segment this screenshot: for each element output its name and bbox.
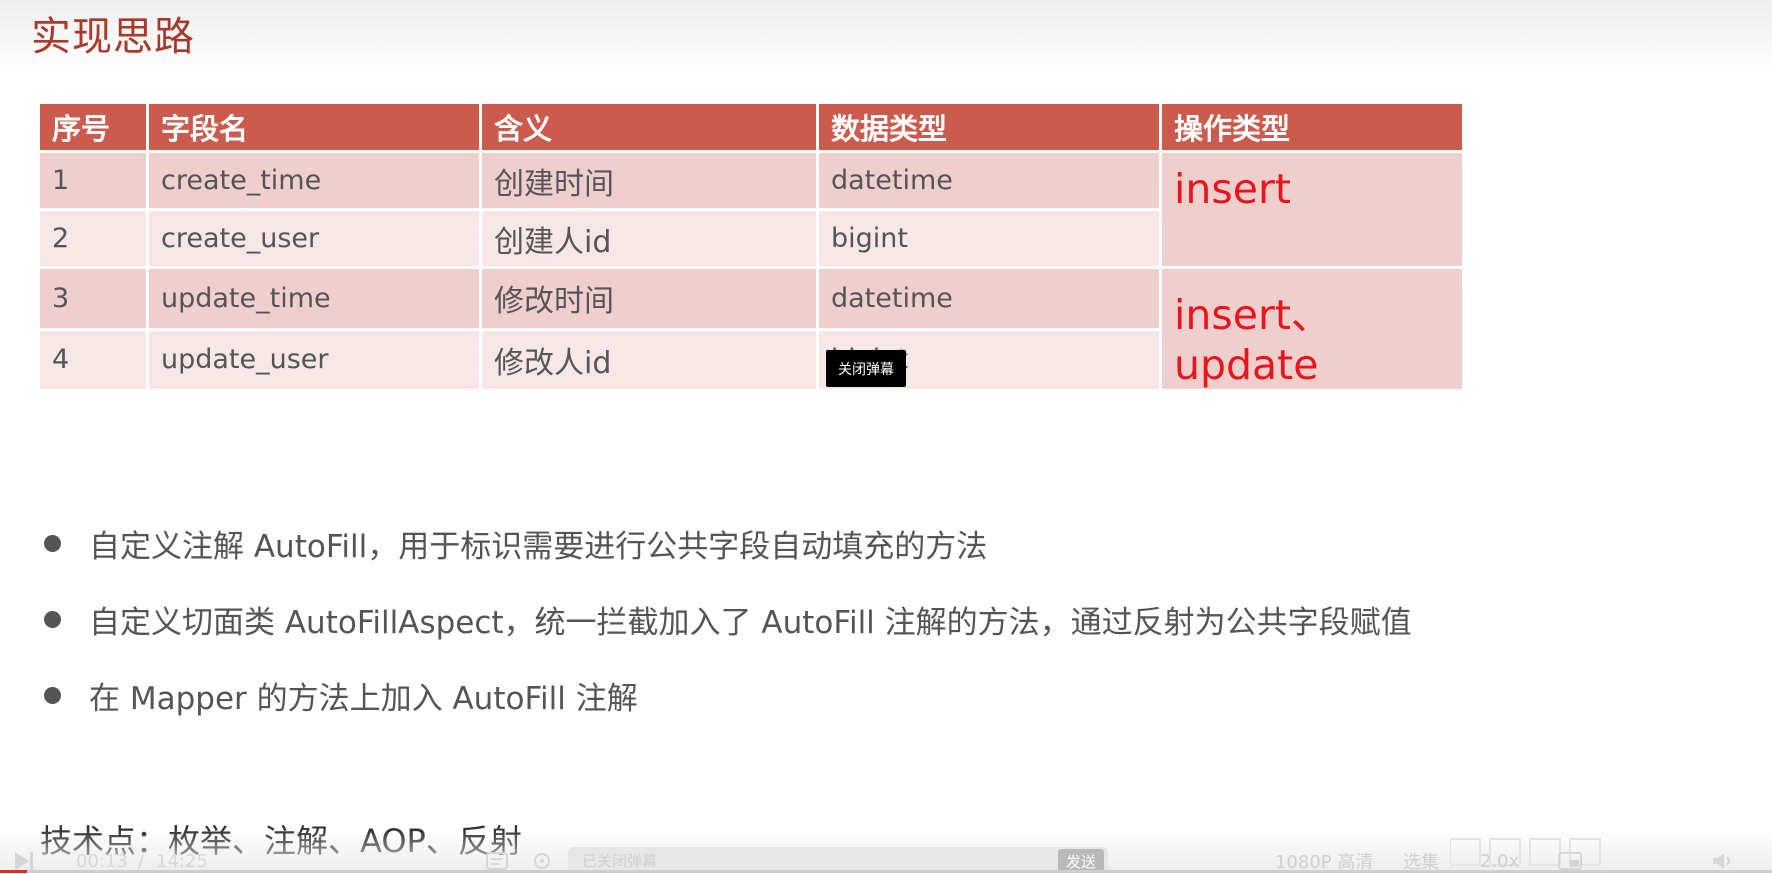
header-no: 序号: [40, 104, 146, 150]
bullet-text: 在 Mapper 的方法上加入 AutoFill 注解: [89, 680, 638, 717]
cell-operation-insert-update: insert、 update: [1162, 269, 1462, 389]
cell-type: bigint: [819, 211, 1159, 266]
fields-table: 序号 字段名 含义 数据类型 操作类型 1 create_time 创建时间 d…: [37, 101, 1465, 392]
cell-meaning: 修改人id: [482, 330, 816, 389]
table-row: 1 create_time 创建时间 datetime insert: [40, 153, 1462, 266]
bullet-icon: [44, 610, 61, 628]
video-control-bar: 00:13 / 14:25 已关闭弹幕 发送 1080P 高清 选集 2.0x: [0, 830, 1772, 873]
slide-header-band: [0, 0, 1772, 70]
cell-no: 1: [40, 153, 146, 208]
cell-field: update_time: [149, 269, 479, 328]
bullet-text: 自定义注解 AutoFill，用于标识需要进行公共字段自动填充的方法: [89, 528, 988, 565]
header-field: 字段名: [149, 104, 479, 150]
cell-type: datetime: [819, 269, 1159, 328]
cell-field: create_user: [149, 211, 479, 266]
table-row: 3 update_time 修改时间 datetime insert、 upda…: [40, 269, 1462, 389]
bullet-text: 自定义切面类 AutoFillAspect，统一拦截加入了 AutoFill 注…: [89, 604, 1412, 641]
cell-meaning: 创建时间: [482, 153, 816, 208]
table-header-row: 序号 字段名 含义 数据类型 操作类型: [40, 104, 1462, 150]
cell-operation-insert: insert: [1162, 153, 1462, 266]
header-type: 数据类型: [819, 104, 1159, 150]
list-item: 自定义注解 AutoFill，用于标识需要进行公共字段自动填充的方法: [40, 505, 1412, 581]
cell-meaning: 创建人id: [482, 211, 816, 266]
cell-no: 3: [40, 269, 146, 328]
slide-title: 实现思路: [31, 14, 195, 60]
cell-no: 4: [40, 330, 146, 389]
cell-field: create_time: [149, 153, 479, 208]
cell-field: update_user: [149, 330, 479, 389]
bullet-icon: [44, 534, 61, 552]
list-item: 在 Mapper 的方法上加入 AutoFill 注解: [40, 657, 1412, 733]
cell-meaning: 修改时间: [482, 269, 816, 328]
header-operation: 操作类型: [1162, 104, 1462, 150]
cell-type: datetime: [819, 153, 1159, 208]
watermark-logo: [1450, 833, 1630, 869]
bullet-list: 自定义注解 AutoFill，用于标识需要进行公共字段自动填充的方法 自定义切面…: [40, 505, 1412, 733]
close-danmaku-button[interactable]: 关闭弹幕: [826, 350, 906, 387]
bullet-icon: [44, 686, 61, 704]
list-item: 自定义切面类 AutoFillAspect，统一拦截加入了 AutoFill 注…: [40, 581, 1412, 657]
header-meaning: 含义: [482, 104, 816, 150]
cell-no: 2: [40, 211, 146, 266]
